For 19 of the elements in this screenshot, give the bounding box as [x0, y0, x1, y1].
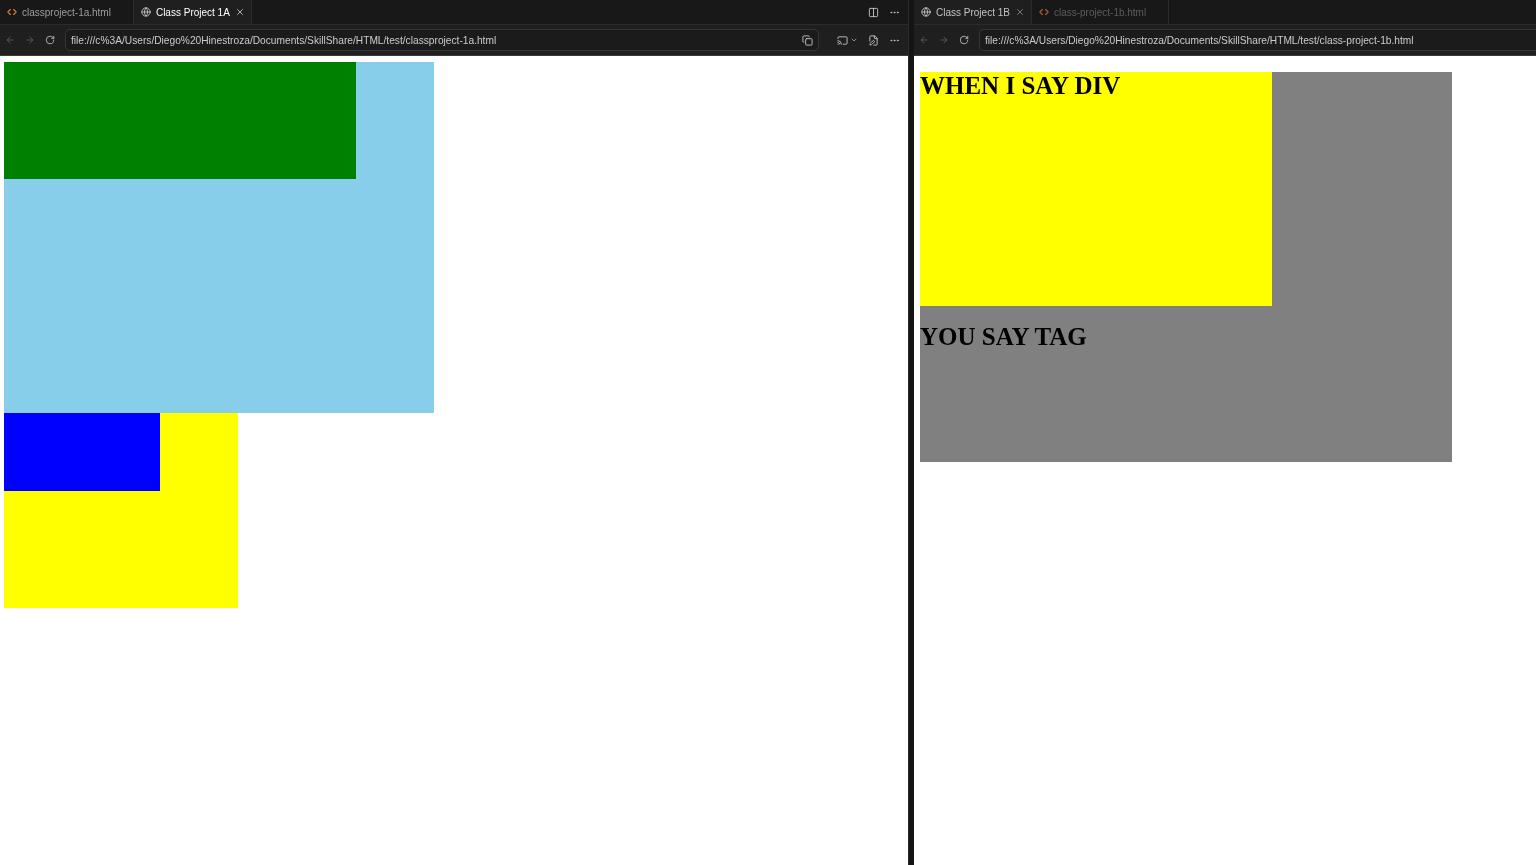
reload-icon[interactable]	[959, 35, 969, 45]
editor-tab[interactable]: Class Project 1B	[914, 0, 1032, 24]
page-heading: YOU SAY TAG	[920, 322, 1087, 351]
document-pen-icon[interactable]	[868, 34, 879, 46]
close-icon[interactable]	[1014, 7, 1025, 17]
globe-icon	[921, 7, 931, 17]
address-field[interactable]: file:///c%3A/Users/Diego%20Hinestroza/Documents/SkillShare/HTML/test/class-project-1b.html	[979, 29, 1536, 51]
chevron-down-icon[interactable]	[850, 36, 858, 44]
code-brackets-icon	[7, 7, 17, 17]
code-brackets-icon	[1038, 7, 1049, 17]
address-field[interactable]: file:///c%3A/Users/Diego%20Hinestroza/Documents/SkillShare/HTML/test/classproject-1a.html	[65, 29, 819, 51]
close-icon[interactable]	[234, 7, 245, 17]
cast-icon[interactable]	[837, 34, 848, 46]
editor-tab[interactable]: Class Project 1A	[133, 0, 252, 24]
page-heading: WHEN I SAY DIV	[920, 72, 1121, 100]
globe-icon	[140, 7, 151, 17]
split-view-icon[interactable]	[868, 6, 879, 18]
overlapping-squares-icon[interactable]	[802, 34, 813, 46]
reload-icon[interactable]	[45, 35, 55, 45]
